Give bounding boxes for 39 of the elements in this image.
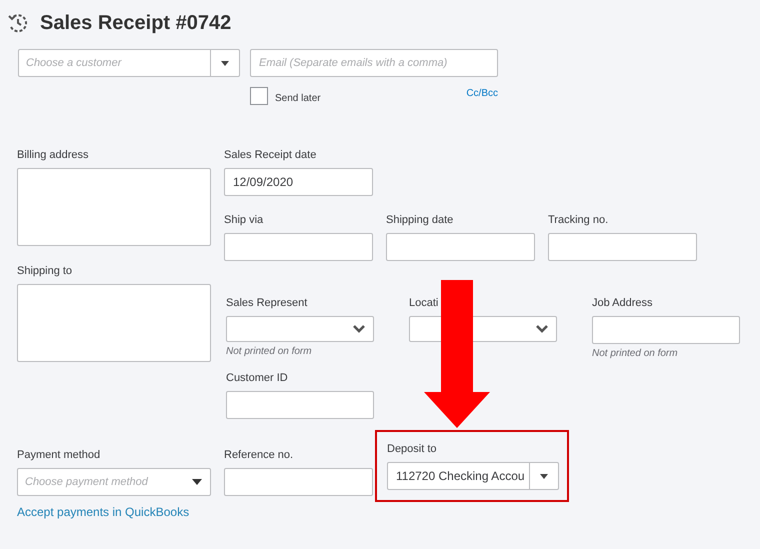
send-later-checkbox[interactable]	[250, 87, 268, 105]
send-later-label: Send later	[275, 92, 321, 104]
customer-dropdown[interactable]: Choose a customer	[18, 49, 240, 77]
page-title: Sales Receipt #0742	[40, 12, 232, 34]
caret-icon	[540, 474, 548, 478]
chevron-down-icon	[353, 325, 365, 333]
input-field[interactable]	[592, 316, 740, 344]
field-label: Customer ID	[226, 372, 289, 385]
date-field[interactable]: 12/09/2020	[224, 168, 373, 196]
field-label: Job Address	[592, 297, 654, 310]
input-field[interactable]	[548, 233, 697, 261]
deposit-to-dropdown[interactable]: 112720 Checking Accou	[387, 462, 559, 490]
caret-icon	[221, 60, 229, 66]
field-note: Not printed on form	[592, 348, 679, 359]
accept-payments-link[interactable]: Accept payments in QuickBooks	[17, 505, 211, 519]
dropdown-field[interactable]	[226, 316, 374, 342]
field-label: Locati	[409, 297, 440, 310]
field-label: Tracking no.	[548, 214, 610, 227]
field-label: Ship via	[224, 214, 264, 227]
input-field[interactable]	[386, 233, 535, 261]
reference-field[interactable]	[224, 468, 373, 496]
field-label: Sales Receipt date	[224, 149, 318, 162]
chevron-down-icon	[536, 325, 548, 333]
shipping-to-field[interactable]	[17, 284, 211, 362]
field-label: Payment method	[17, 449, 102, 462]
caret-icon	[192, 479, 202, 485]
billing-address-field[interactable]	[17, 168, 211, 246]
customer-id-field[interactable]	[226, 391, 374, 419]
field-label: Shipping to	[17, 265, 74, 278]
field-label: Deposit to	[387, 443, 438, 456]
cc-bcc-link[interactable]: Cc/Bcc	[466, 88, 498, 98]
field-note: Not printed on form	[226, 346, 313, 357]
input-field[interactable]	[224, 233, 373, 261]
email-field[interactable]: Email (Separate emails with a comma)	[250, 49, 498, 77]
payment-method-dropdown[interactable]: Choose payment method	[17, 468, 211, 496]
field-label: Shipping date	[386, 214, 454, 227]
field-label: Reference no.	[224, 449, 294, 462]
field-label: Sales Represent	[226, 297, 308, 310]
field-label: Billing address	[17, 149, 90, 162]
